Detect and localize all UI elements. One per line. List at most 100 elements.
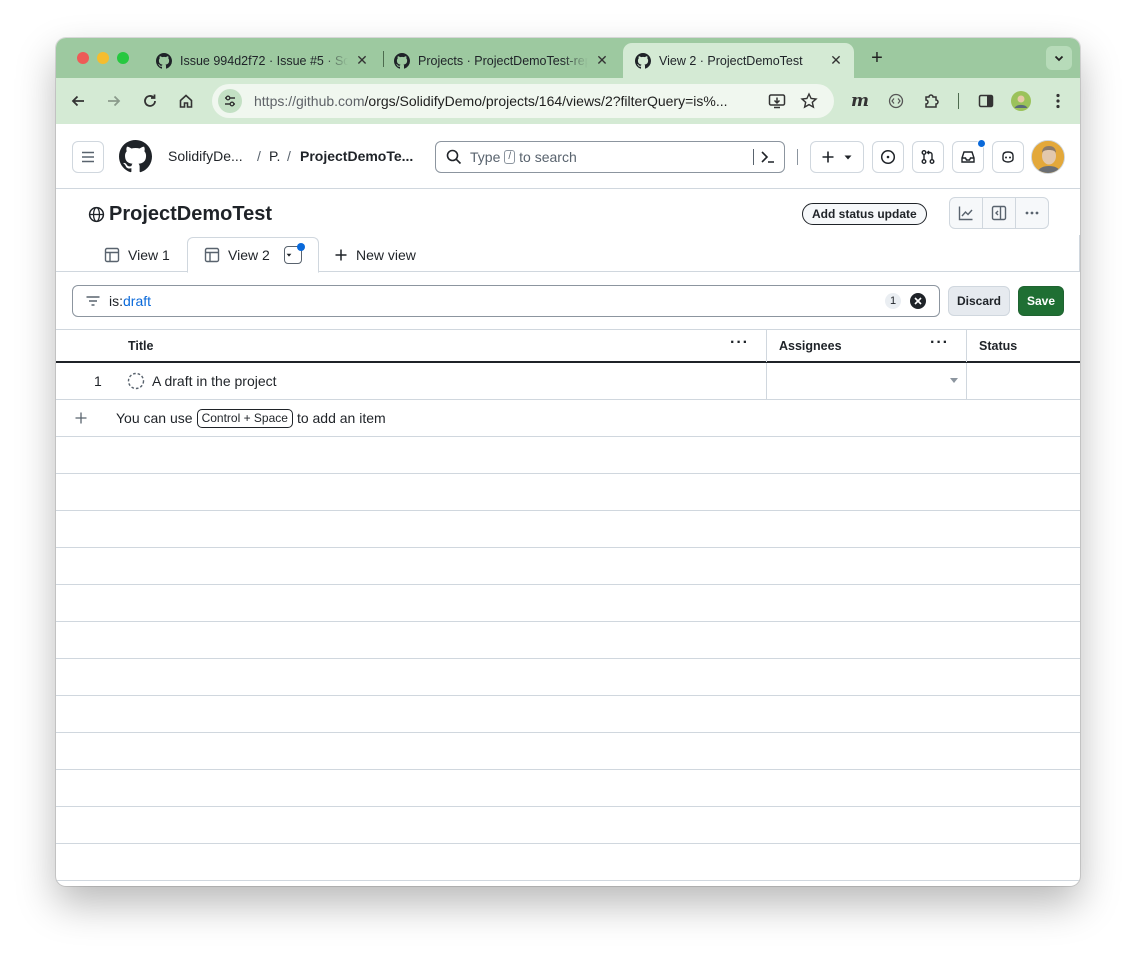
- empty-row: [56, 733, 1080, 770]
- filter-query-value: draft: [123, 293, 152, 309]
- extension-code-icon[interactable]: [886, 91, 906, 111]
- empty-row: [56, 770, 1080, 807]
- minimize-window-button[interactable]: [97, 52, 109, 64]
- column-header-assignees[interactable]: Assignees: [779, 330, 842, 362]
- close-tab-icon[interactable]: ✕: [594, 52, 610, 69]
- side-panel-button[interactable]: [983, 198, 1016, 228]
- filter-input[interactable]: is: draft 1: [72, 285, 940, 317]
- forward-button[interactable]: [104, 91, 124, 111]
- empty-row: [56, 437, 1080, 474]
- caret-down-icon: [844, 155, 852, 160]
- plus-icon: [335, 249, 347, 261]
- create-new-button[interactable]: [810, 141, 864, 173]
- insights-button[interactable]: [950, 198, 983, 228]
- search-shortcut-key: /: [504, 150, 516, 164]
- caret-down-icon: [950, 378, 958, 383]
- browser-tab-projects[interactable]: Projects · ProjectDemoTest-repo ✕: [382, 43, 620, 78]
- browser-toolbar: https://github.com/orgs/SolidifyDemo/pro…: [56, 78, 1080, 124]
- github-header: SolidifyDe... / P. / ProjectDemoTe... Ty…: [56, 124, 1080, 189]
- arrow-left-icon: [71, 95, 84, 107]
- browser-tab-issue[interactable]: Issue 994d2f72 · Issue #5 · SolidifyDemo…: [144, 43, 380, 78]
- user-avatar[interactable]: [1031, 140, 1065, 174]
- add-item-plus-icon[interactable]: [74, 400, 88, 436]
- browser-tab-view2[interactable]: View 2 · ProjectDemoTest ✕: [623, 43, 854, 78]
- view-tabs: View 1 View 2 New view: [56, 235, 1080, 273]
- column-options-assignees[interactable]: ···: [930, 335, 949, 351]
- project-title-text: ProjectDemoTest: [109, 203, 273, 225]
- reload-button[interactable]: [140, 91, 160, 111]
- column-header-status[interactable]: Status: [979, 330, 1017, 362]
- view-options-menu-button[interactable]: [283, 243, 305, 264]
- tab-title: Issue 994d2f72 · Issue #5 · SolidifyDemo: [180, 53, 348, 68]
- global-nav-menu-button[interactable]: [72, 141, 104, 173]
- breadcrumb-project[interactable]: ProjectDemoTe...: [300, 148, 413, 164]
- row-title[interactable]: A draft in the project: [152, 363, 277, 399]
- table-row[interactable]: 1 A draft in the project: [56, 363, 1080, 400]
- address-bar[interactable]: https://github.com/orgs/SolidifyDemo/pro…: [212, 84, 834, 118]
- pull-request-icon: [921, 150, 935, 164]
- empty-row: [56, 659, 1080, 696]
- extensions-puzzle-icon[interactable]: [922, 91, 942, 111]
- new-tab-button[interactable]: +: [866, 47, 888, 69]
- profile-avatar-icon[interactable]: [1011, 91, 1031, 111]
- close-window-button[interactable]: [77, 52, 89, 64]
- copilot-button[interactable]: [992, 141, 1024, 173]
- assignees-cell[interactable]: [767, 363, 966, 399]
- save-button[interactable]: Save: [1018, 286, 1064, 316]
- project-actions-group: [949, 197, 1049, 229]
- table-icon: [204, 247, 220, 263]
- back-button[interactable]: [68, 91, 88, 111]
- search-input[interactable]: Type / to search: [435, 141, 785, 173]
- add-item-row[interactable]: You can use Control + Space to add an it…: [56, 400, 1080, 437]
- column-divider[interactable]: [766, 330, 767, 362]
- browser-menu-icon[interactable]: [1048, 91, 1068, 111]
- filter-result-count: 1: [885, 293, 901, 309]
- empty-row: [56, 548, 1080, 585]
- bookmark-star-icon[interactable]: [800, 92, 818, 115]
- status-cell[interactable]: [967, 363, 1080, 399]
- url-path: /orgs/SolidifyDemo/projects/164/views/2?…: [364, 93, 728, 109]
- github-logo-icon: [156, 52, 172, 69]
- column-divider[interactable]: [966, 330, 967, 362]
- x-icon: [914, 297, 922, 305]
- github-home-link[interactable]: [119, 140, 152, 178]
- tab-view-2-label: View 2: [228, 247, 270, 263]
- sidepanel-icon[interactable]: [976, 91, 996, 111]
- command-palette-icon[interactable]: [760, 149, 776, 165]
- clear-filter-button[interactable]: [910, 293, 926, 309]
- chevron-down-icon: [1054, 55, 1064, 62]
- tab-view-1[interactable]: View 1: [88, 237, 186, 273]
- empty-row: [56, 844, 1080, 881]
- add-status-update-button[interactable]: Add status update: [802, 203, 927, 225]
- breadcrumb-org[interactable]: SolidifyDe...: [168, 148, 243, 164]
- tab-title: Projects · ProjectDemoTest-repo: [418, 53, 588, 68]
- issue-opened-icon: [880, 149, 896, 165]
- filter-query-key: is:: [109, 293, 123, 309]
- close-tab-icon[interactable]: ✕: [828, 52, 844, 69]
- column-options-title[interactable]: ···: [730, 335, 749, 351]
- issues-button[interactable]: [872, 141, 904, 173]
- home-button[interactable]: [176, 91, 196, 111]
- site-info-icon[interactable]: [218, 89, 242, 113]
- project-more-options-button[interactable]: [1016, 198, 1048, 228]
- hamburger-icon: [82, 151, 94, 163]
- plus-icon: [822, 151, 834, 163]
- kebab-horizontal-icon: [1025, 211, 1039, 215]
- url-text: https://github.com/orgs/SolidifyDemo/pro…: [254, 93, 774, 109]
- maximize-window-button[interactable]: [117, 52, 129, 64]
- inbox-button[interactable]: [952, 139, 986, 173]
- copilot-icon: [1002, 151, 1014, 163]
- close-tab-icon[interactable]: ✕: [354, 52, 370, 69]
- new-view-button[interactable]: New view: [318, 237, 432, 273]
- install-app-icon[interactable]: [768, 92, 786, 115]
- search-icon: [446, 149, 462, 165]
- search-placeholder-post: to search: [519, 149, 577, 165]
- tab-search-button[interactable]: [1046, 46, 1072, 70]
- column-header-title[interactable]: Title: [128, 330, 153, 362]
- extension-m-icon[interactable]: m: [850, 91, 870, 111]
- discard-button[interactable]: Discard: [948, 286, 1010, 316]
- breadcrumb-projects[interactable]: P.: [269, 148, 280, 164]
- pull-requests-button[interactable]: [912, 141, 944, 173]
- table-icon: [104, 247, 120, 263]
- tab-view-2[interactable]: View 2: [187, 237, 319, 273]
